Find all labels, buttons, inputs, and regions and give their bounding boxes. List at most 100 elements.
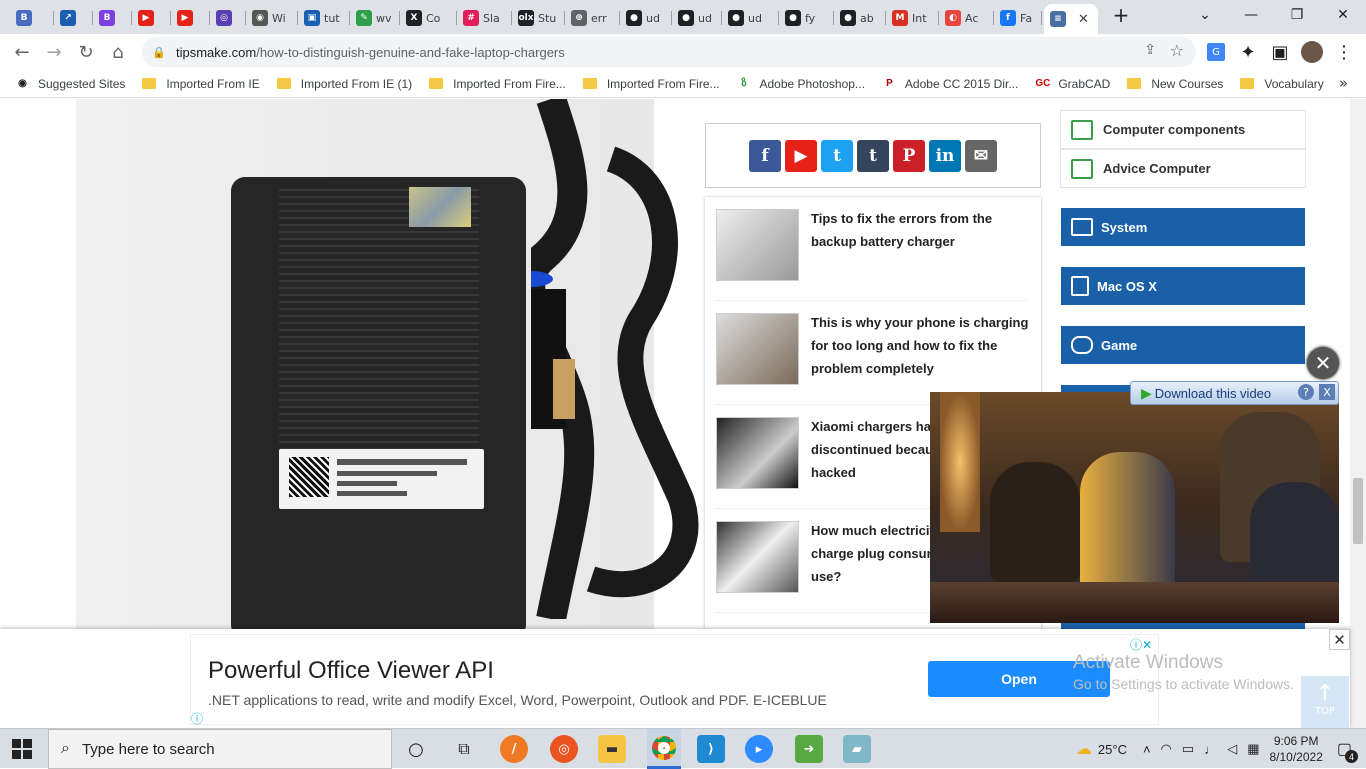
app-arrow-icon[interactable]: ➜: [795, 735, 823, 763]
tab-search-button[interactable]: ⌄: [1182, 0, 1228, 30]
back-button[interactable]: ←: [8, 38, 36, 66]
browser-tab[interactable]: ◉ Wi: [246, 4, 298, 32]
menu-icon[interactable]: ⋮: [1330, 38, 1358, 66]
category-advice-computer[interactable]: Advice Computer: [1060, 149, 1306, 188]
browser-tab[interactable]: M Int: [886, 4, 939, 32]
volume-icon[interactable]: ◁: [1227, 741, 1237, 757]
browser-tab[interactable]: ✎ wv: [350, 4, 400, 32]
share-page-icon[interactable]: ⇪: [1144, 42, 1156, 58]
maximize-button[interactable]: ❐: [1274, 0, 1320, 30]
linkedin-share-icon[interactable]: in: [929, 139, 961, 172]
cortana-icon[interactable]: ○: [402, 735, 430, 763]
clock[interactable]: 9:06 PM 8/10/2022: [1269, 733, 1322, 765]
extensions-icon[interactable]: ✦: [1234, 38, 1262, 66]
bookmark-star-icon[interactable]: ☆: [1170, 41, 1184, 60]
bookmark-item[interactable]: Imported From IE (1): [276, 77, 412, 91]
bookmark-item[interactable]: GC GrabCAD: [1035, 76, 1110, 91]
zoom-icon[interactable]: ▸: [745, 735, 773, 763]
bookmarks-overflow-icon[interactable]: »: [1339, 74, 1348, 92]
app-pad-icon[interactable]: ▰: [843, 735, 871, 763]
weather-temp[interactable]: 25°C: [1098, 742, 1127, 757]
weather-icon[interactable]: ☁: [1076, 739, 1092, 759]
keyboard-icon[interactable]: ▦: [1247, 741, 1259, 757]
youtube-share-icon[interactable]: ▶: [785, 139, 817, 172]
browser-tab[interactable]: ▶: [132, 4, 171, 32]
related-item[interactable]: This is why your phone is charging for t…: [716, 301, 1028, 405]
close-window-button[interactable]: ✕: [1320, 0, 1366, 30]
ubuntu-icon[interactable]: ◎: [550, 735, 578, 763]
browser-tab[interactable]: ↗: [54, 4, 93, 32]
download-bar-close-icon[interactable]: X: [1319, 384, 1335, 400]
download-video-button[interactable]: ▶ Download this video: [1141, 385, 1271, 402]
adchoices-icon[interactable]: ⓘ✕: [1130, 636, 1152, 653]
bookmark-item[interactable]: New Courses: [1127, 77, 1223, 91]
profile-avatar[interactable]: [1301, 41, 1323, 63]
reload-button[interactable]: ↻: [72, 38, 100, 66]
related-thumbnail[interactable]: [716, 417, 799, 489]
scrollbar-thumb[interactable]: [1353, 478, 1363, 544]
related-item[interactable]: Tips to fix the errors from the backup b…: [716, 197, 1026, 301]
ad-content[interactable]: Powerful Office Viewer API .NET applicat…: [190, 634, 1159, 727]
browser-tab[interactable]: ◎: [210, 4, 246, 32]
browser-tab[interactable]: ● ud: [620, 4, 672, 32]
help-icon[interactable]: ?: [1298, 384, 1314, 400]
notification-icon[interactable]: ▢ 4: [1337, 739, 1358, 763]
browser-tab[interactable]: f Fa: [994, 4, 1042, 32]
ad-title[interactable]: Powerful Office Viewer API: [208, 657, 494, 685]
browser-tab[interactable]: B: [93, 4, 132, 32]
browser-tab[interactable]: X Co: [400, 4, 457, 32]
browser-tab[interactable]: B: [10, 4, 54, 32]
browser-tab[interactable]: ● ud: [722, 4, 779, 32]
brave-icon[interactable]: /: [500, 735, 528, 763]
browser-tab[interactable]: ◐ Ac: [939, 4, 994, 32]
twitter-share-icon[interactable]: t: [821, 139, 853, 172]
category-system[interactable]: System: [1061, 208, 1305, 246]
bookmark-item[interactable]: ◉ Suggested Sites: [15, 76, 125, 91]
category-game[interactable]: Game: [1061, 326, 1305, 364]
wifi-icon[interactable]: ◠: [1161, 741, 1172, 757]
new-tab-button[interactable]: +: [1098, 0, 1144, 30]
bookmark-item[interactable]: Imported From Fire...: [429, 77, 566, 91]
chevron-up-icon[interactable]: ˄: [1143, 742, 1151, 757]
category-computer-components[interactable]: Computer components: [1060, 110, 1306, 149]
tab-close-icon[interactable]: ✕: [1078, 12, 1089, 27]
email-share-icon[interactable]: ✉: [965, 139, 997, 172]
tumblr-share-icon[interactable]: t: [857, 139, 889, 172]
bookmark-item[interactable]: Vocabulary: [1240, 77, 1324, 91]
related-title[interactable]: Tips to fix the errors from the backup b…: [811, 207, 1031, 253]
chrome-taskbar-button[interactable]: [647, 729, 681, 769]
task-view-icon[interactable]: ⧉: [450, 735, 478, 763]
bookmark-item[interactable]: P Adobe CC 2015 Dir...: [882, 76, 1018, 91]
browser-tab[interactable]: olx Stu: [512, 4, 565, 32]
ad-info-icon[interactable]: ⓘ: [191, 710, 203, 727]
browser-tab[interactable]: ▣ tut: [298, 4, 350, 32]
floating-video[interactable]: [930, 392, 1339, 623]
browser-tab[interactable]: ● ud: [672, 4, 722, 32]
battery-icon[interactable]: ▭: [1182, 741, 1194, 757]
address-bar[interactable]: 🔒 tipsmake.com/how-to-distinguish-genuin…: [142, 37, 1196, 67]
forward-button[interactable]: →: [40, 38, 68, 66]
side-panel-icon[interactable]: ▣: [1266, 38, 1294, 66]
ad-close-button[interactable]: ✕: [1329, 629, 1350, 650]
video-close-button[interactable]: ✕: [1307, 347, 1339, 379]
microphone-icon[interactable]: ♩: [1204, 742, 1217, 757]
browser-tab[interactable]: ▶: [171, 4, 210, 32]
category-mac-os-x[interactable]: Mac OS X: [1061, 267, 1305, 305]
browser-tab[interactable]: ⊕ err: [565, 4, 620, 32]
browser-tab[interactable]: ● fy: [779, 4, 834, 32]
taskbar-search[interactable]: ⌕ Type here to search: [48, 729, 392, 769]
browser-tab[interactable]: ● ab: [834, 4, 886, 32]
home-button[interactable]: ⌂: [104, 38, 132, 66]
pinterest-share-icon[interactable]: P: [893, 139, 925, 172]
vscode-icon[interactable]: ⟩: [697, 735, 725, 763]
related-thumbnail[interactable]: [716, 313, 799, 385]
related-title[interactable]: This is why your phone is charging for t…: [811, 311, 1031, 380]
browser-tab-active[interactable]: ≡ ✕: [1044, 4, 1098, 34]
bookmark-item[interactable]: Imported From IE: [142, 77, 260, 91]
page-scrollbar[interactable]: [1350, 99, 1366, 728]
bookmark-item[interactable]: ზ Adobe Photoshop...: [737, 76, 864, 91]
minimize-button[interactable]: —: [1228, 0, 1274, 30]
bookmark-item[interactable]: Imported From Fire...: [582, 77, 720, 91]
facebook-share-icon[interactable]: f: [749, 139, 781, 172]
scroll-top-button[interactable]: ↑ TOP: [1301, 676, 1349, 728]
